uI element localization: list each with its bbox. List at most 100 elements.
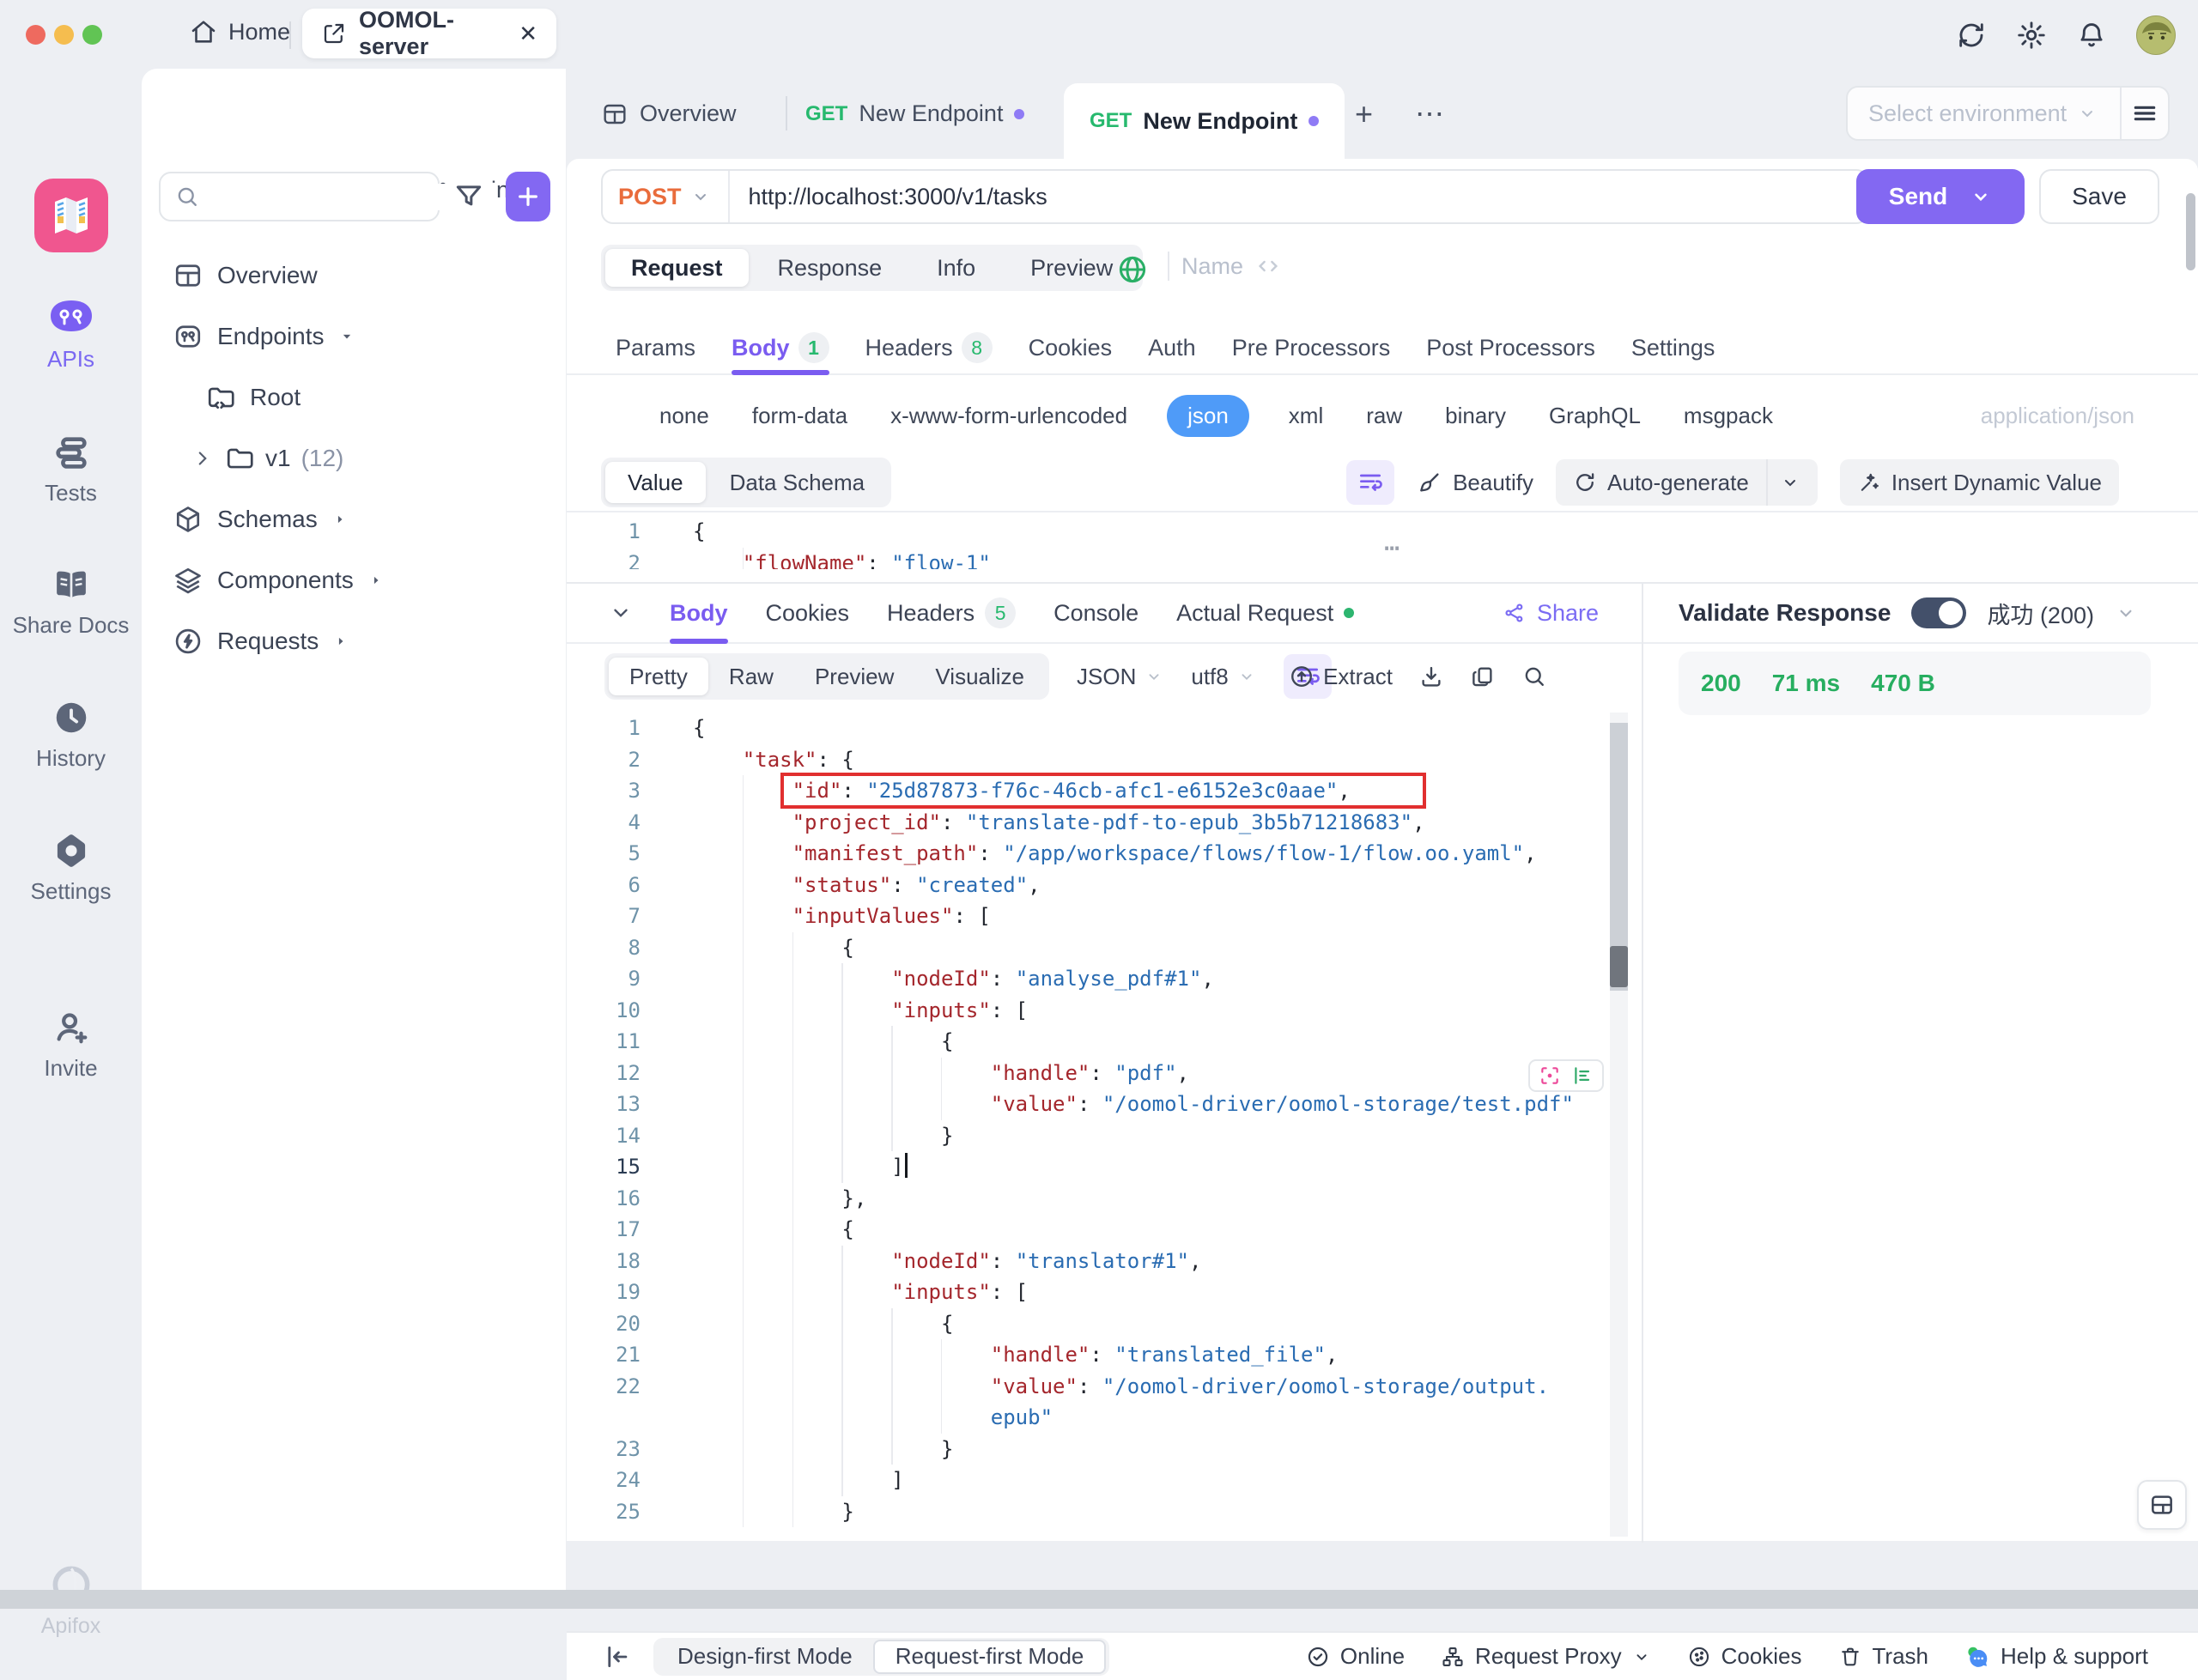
auto-generate-button[interactable]: Auto-generate xyxy=(1556,459,1818,506)
tree-item-schemas[interactable]: Schemas xyxy=(142,488,567,549)
body-type-urlencoded[interactable]: x-www-form-urlencoded xyxy=(887,396,1131,436)
format-tab-preview[interactable]: Preview xyxy=(794,658,914,695)
tree-item-overview[interactable]: Overview xyxy=(142,245,567,306)
tree-item-root[interactable]: Root xyxy=(142,367,567,428)
tab-endpoint-2-active[interactable]: GET New Endpoint xyxy=(1064,83,1345,159)
body-type-xml[interactable]: xml xyxy=(1285,396,1327,436)
word-wrap-icon[interactable] xyxy=(1346,460,1394,505)
chevron-down-icon[interactable] xyxy=(1780,472,1800,493)
section-body[interactable]: Body 1 xyxy=(732,322,829,373)
environment-selector[interactable]: Select environment xyxy=(1846,86,2170,141)
save-button[interactable]: Save xyxy=(2039,169,2159,224)
inline-editor-tools[interactable] xyxy=(1528,1059,1604,1092)
editor-tab-value[interactable]: Value xyxy=(605,462,706,503)
bell-icon[interactable] xyxy=(2076,20,2107,51)
body-type-json[interactable]: json xyxy=(1167,395,1249,437)
response-scrollbar[interactable] xyxy=(1610,713,1628,1537)
project-logo[interactable] xyxy=(34,179,108,252)
body-type-binary[interactable]: binary xyxy=(1442,396,1509,436)
section-headers[interactable]: Headers 8 xyxy=(865,322,993,373)
view-tab-request[interactable]: Request xyxy=(605,249,749,287)
section-params[interactable]: Params xyxy=(616,322,695,373)
collapse-response-icon[interactable] xyxy=(610,602,632,624)
search-box[interactable] xyxy=(159,172,440,221)
tab-overview[interactable]: Overview xyxy=(601,69,737,159)
rail-item-tests[interactable]: Tests xyxy=(0,433,142,506)
layout-toggle-button[interactable] xyxy=(2137,1480,2187,1530)
tab-endpoint-1[interactable]: GET New Endpoint xyxy=(805,69,1024,159)
body-type-form-data[interactable]: form-data xyxy=(749,396,851,436)
add-tab-button[interactable]: + xyxy=(1355,69,1373,159)
tree-item-components[interactable]: Components xyxy=(142,549,567,610)
extract-button[interactable]: Extract xyxy=(1289,664,1393,690)
editor-tab-data-schema[interactable]: Data Schema xyxy=(707,462,888,503)
response-encoding-select[interactable]: utf8 xyxy=(1191,664,1255,690)
project-tab-close-icon[interactable]: ✕ xyxy=(519,21,537,47)
avatar[interactable] xyxy=(2136,15,2176,55)
response-body-editor[interactable]: 1{2 "task": {3 "id": "25d87873-f76c-46cb… xyxy=(567,706,1642,1543)
beautify-button[interactable]: Beautify xyxy=(1417,470,1533,496)
body-type-msgpack[interactable]: msgpack xyxy=(1680,396,1776,436)
help-support-button[interactable]: Help & support xyxy=(1964,1643,2148,1670)
online-status[interactable]: Online xyxy=(1306,1643,1405,1670)
request-body-editor[interactable]: 1{2 "flowName": "flow-1" ⋯ xyxy=(567,511,2198,569)
gear-icon[interactable] xyxy=(2016,20,2047,51)
window-close-button[interactable] xyxy=(26,25,46,45)
format-tab-pretty[interactable]: Pretty xyxy=(609,658,708,695)
url-input[interactable] xyxy=(730,184,1867,210)
globe-icon[interactable] xyxy=(1116,253,1149,286)
sync-icon[interactable] xyxy=(1956,20,1987,51)
body-type-graphql[interactable]: GraphQL xyxy=(1545,396,1644,436)
window-scrollbar-thumb[interactable] xyxy=(2186,193,2195,270)
format-tab-raw[interactable]: Raw xyxy=(708,658,794,695)
send-button[interactable]: Send xyxy=(1856,169,2025,224)
tree-item-requests[interactable]: Requests xyxy=(142,610,567,671)
section-settings[interactable]: Settings xyxy=(1631,322,1715,373)
scrollbar-handle[interactable] xyxy=(1610,946,1628,987)
copy-icon[interactable] xyxy=(1470,664,1496,689)
response-tab-cookies[interactable]: Cookies xyxy=(766,584,850,642)
environment-menu-icon[interactable] xyxy=(2122,100,2168,127)
rail-item-settings[interactable]: Settings xyxy=(0,831,142,905)
format-tab-visualize[interactable]: Visualize xyxy=(914,658,1045,695)
method-select[interactable]: POST xyxy=(603,184,728,210)
more-tabs-icon[interactable]: ⋯ xyxy=(1415,69,1444,159)
filter-icon[interactable] xyxy=(452,180,490,215)
trash-button[interactable]: Trash xyxy=(1838,1643,1929,1670)
section-pre-processors[interactable]: Pre Processors xyxy=(1232,322,1391,373)
tree-item-endpoints[interactable]: Endpoints xyxy=(142,306,567,367)
project-tab[interactable]: OOMOL-server ✕ xyxy=(302,9,556,58)
response-tab-actual-request[interactable]: Actual Request xyxy=(1176,584,1354,642)
align-value-icon[interactable] xyxy=(1571,1064,1594,1087)
validate-response-toggle[interactable] xyxy=(1911,597,1966,628)
locate-value-icon[interactable] xyxy=(1539,1064,1561,1087)
home-tab[interactable]: Home xyxy=(189,17,290,46)
add-endpoint-button[interactable] xyxy=(506,172,550,221)
rail-item-apis[interactable]: APIs xyxy=(0,299,142,373)
window-zoom-button[interactable] xyxy=(82,25,102,45)
view-tab-info[interactable]: Info xyxy=(911,249,1001,287)
search-response-icon[interactable] xyxy=(1521,664,1547,689)
mode-design-first[interactable]: Design-first Mode xyxy=(657,1640,873,1674)
rail-item-share-docs[interactable]: Share Docs xyxy=(0,565,142,639)
body-type-none[interactable]: none xyxy=(656,396,713,436)
cookies-button[interactable]: Cookies xyxy=(1687,1643,1802,1670)
response-type-select[interactable]: JSON xyxy=(1077,664,1163,690)
collapse-sidebar-icon[interactable] xyxy=(603,1642,632,1671)
body-type-raw[interactable]: raw xyxy=(1363,396,1406,436)
insert-dynamic-value-button[interactable]: Insert Dynamic Value xyxy=(1840,459,2119,506)
response-tab-headers[interactable]: Headers 5 xyxy=(887,584,1016,642)
tree-item-v1[interactable]: v1 (12) xyxy=(142,428,567,488)
window-minimize-button[interactable] xyxy=(54,25,74,45)
download-icon[interactable] xyxy=(1418,664,1444,689)
validation-scenario[interactable]: 成功 (200) xyxy=(1987,597,2094,630)
rail-item-invite[interactable]: Invite xyxy=(0,1008,142,1082)
response-tab-body[interactable]: Body xyxy=(670,584,728,642)
view-tab-response[interactable]: Response xyxy=(752,249,908,287)
share-button[interactable]: Share xyxy=(1503,600,1599,627)
section-post-processors[interactable]: Post Processors xyxy=(1426,322,1595,373)
chevron-down-icon[interactable] xyxy=(2115,602,2137,624)
request-proxy[interactable]: Request Proxy xyxy=(1441,1643,1651,1670)
rail-item-history[interactable]: History xyxy=(0,698,142,772)
response-tab-console[interactable]: Console xyxy=(1053,584,1138,642)
